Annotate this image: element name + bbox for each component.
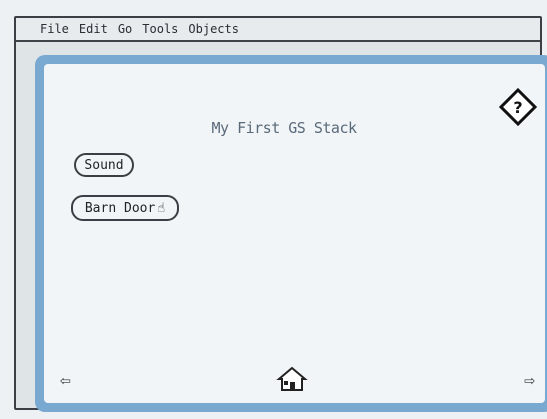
sound-button[interactable]: Sound (74, 153, 134, 177)
help-icon[interactable]: ? (499, 88, 537, 126)
menu-go[interactable]: Go (118, 22, 132, 36)
menu-tools[interactable]: Tools (142, 22, 178, 36)
right-arrow-icon[interactable]: ⇨ (524, 370, 535, 391)
left-arrow-icon[interactable]: ⇦ (60, 370, 71, 391)
svg-text:?: ? (513, 98, 522, 117)
barn-door-button-label: Barn Door (84, 200, 156, 216)
menu-bar: File Edit Go Tools Objects (16, 18, 540, 42)
hand-cursor-icon: ☝ (157, 200, 166, 216)
app-window: File Edit Go Tools Objects My First GS S… (14, 16, 547, 412)
card-border: My First GS Stack Sound Barn Door ☝ ? ⇦ … (35, 55, 547, 412)
menu-objects[interactable]: Objects (188, 22, 239, 36)
barn-door-button[interactable]: Barn Door ☝ (71, 195, 179, 221)
menu-file[interactable]: File (40, 22, 69, 36)
sound-button-label: Sound (84, 157, 124, 173)
stack-title: My First GS Stack (211, 119, 357, 137)
menu-edit[interactable]: Edit (79, 22, 108, 36)
home-icon[interactable] (276, 365, 308, 393)
card: My First GS Stack Sound Barn Door ☝ ? ⇦ … (44, 64, 545, 403)
